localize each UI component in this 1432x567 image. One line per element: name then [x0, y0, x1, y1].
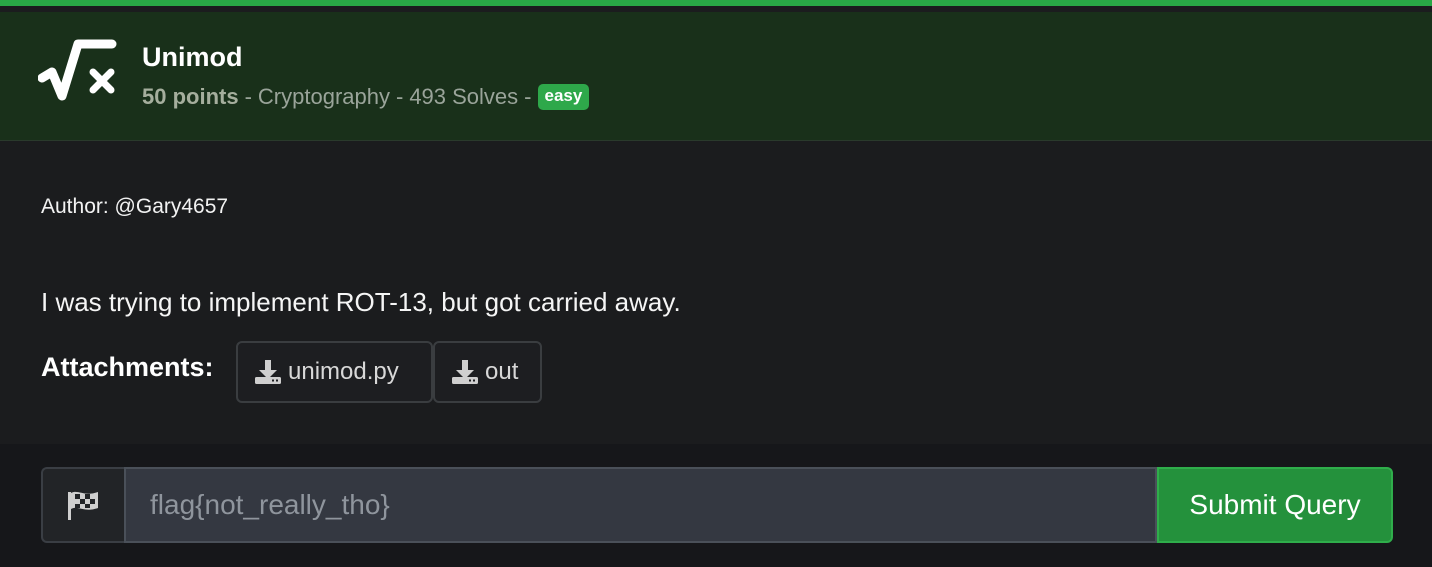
challenge-description: I was trying to implement ROT-13, but go…	[41, 287, 681, 317]
square-root-times-icon	[38, 39, 117, 101]
challenge-header: Unimod 50 points - Cryptography - 493 So…	[0, 12, 1432, 141]
meta-separator: -	[244, 84, 252, 109]
challenge-category: Cryptography	[257, 84, 390, 109]
attachment-name: out	[485, 358, 519, 385]
challenge-body: Author: @Gary4657 I was trying to implem…	[0, 141, 1432, 444]
flag-submission-area: Submit Query	[0, 444, 1432, 567]
flag-input-group: Submit Query	[41, 467, 1393, 543]
meta-separator: -	[395, 84, 404, 109]
download-icon	[452, 360, 478, 384]
attachment-unimod-py-button[interactable]: unimod.py	[236, 341, 433, 403]
challenge-title: Unimod	[142, 42, 243, 72]
challenge-meta: 50 points - Cryptography - 493 Solves - …	[142, 84, 590, 110]
download-icon	[255, 360, 281, 384]
flag-input[interactable]	[124, 467, 1157, 543]
challenge-author: Author: @Gary4657	[41, 195, 229, 218]
checkered-flag-icon	[67, 491, 98, 520]
challenge-card: Unimod 50 points - Cryptography - 493 So…	[0, 0, 1432, 567]
attachments-label: Attachments:	[41, 352, 214, 382]
submit-query-button[interactable]: Submit Query	[1157, 467, 1393, 543]
attachment-out-button[interactable]: out	[433, 341, 542, 403]
difficulty-badge: easy	[537, 84, 590, 110]
meta-separator: -	[524, 84, 532, 109]
attachment-name: unimod.py	[288, 358, 399, 385]
challenge-points: 50 points	[142, 84, 239, 109]
challenge-solves: 493 Solves	[409, 84, 519, 109]
flag-addon	[41, 467, 124, 543]
